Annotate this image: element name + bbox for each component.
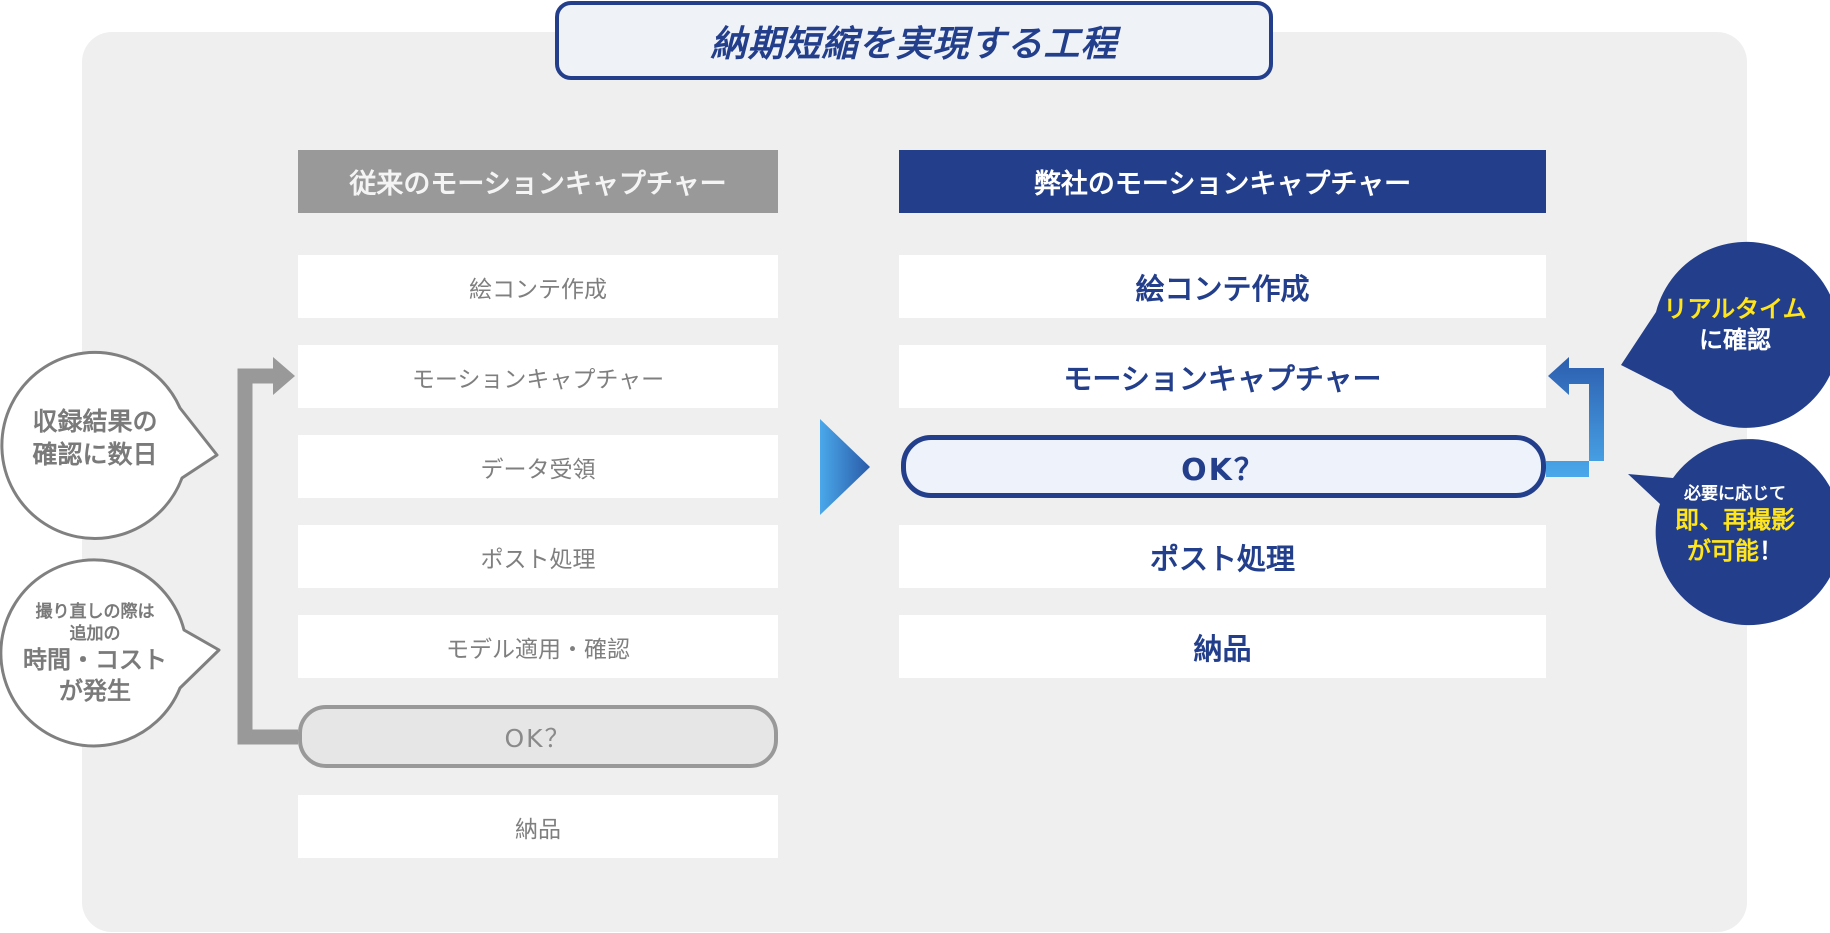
conventional-step: モーションキャプチャー <box>298 345 778 408</box>
our-step: ポスト処理 <box>899 525 1546 588</box>
bubble-review-delay-text: 収録結果の 確認に数日 <box>32 407 158 469</box>
conventional-step: ポスト処理 <box>298 525 778 588</box>
bubble-retake-cost-text: 撮り直しの際は 追加の 時間・コスト が発生 <box>23 602 167 706</box>
our-header: 弊社のモーションキャプチャー <box>899 150 1546 213</box>
bubble-realtime-text: リアルタイム に確認 <box>1663 295 1807 355</box>
conventional-step: モデル適用・確認 <box>298 615 778 678</box>
bubble-instant-retake-text: 必要に応じて 即、再撮影 が可能！ <box>1675 484 1795 566</box>
conventional-step: 絵コンテ作成 <box>298 255 778 318</box>
conventional-final-step: 納品 <box>298 795 778 858</box>
our-step: 納品 <box>899 615 1546 678</box>
our-check-step: OK？ <box>901 435 1546 498</box>
our-step: モーションキャプチャー <box>899 345 1546 408</box>
title-banner: 納期短縮を実現する工程 <box>555 1 1273 80</box>
page-title: 納期短縮を実現する工程 <box>710 23 1118 65</box>
our-step: 絵コンテ作成 <box>899 255 1546 318</box>
conventional-header: 従来のモーションキャプチャー <box>298 150 778 213</box>
conventional-step: データ受領 <box>298 435 778 498</box>
conventional-check-step: OK？ <box>298 705 778 768</box>
